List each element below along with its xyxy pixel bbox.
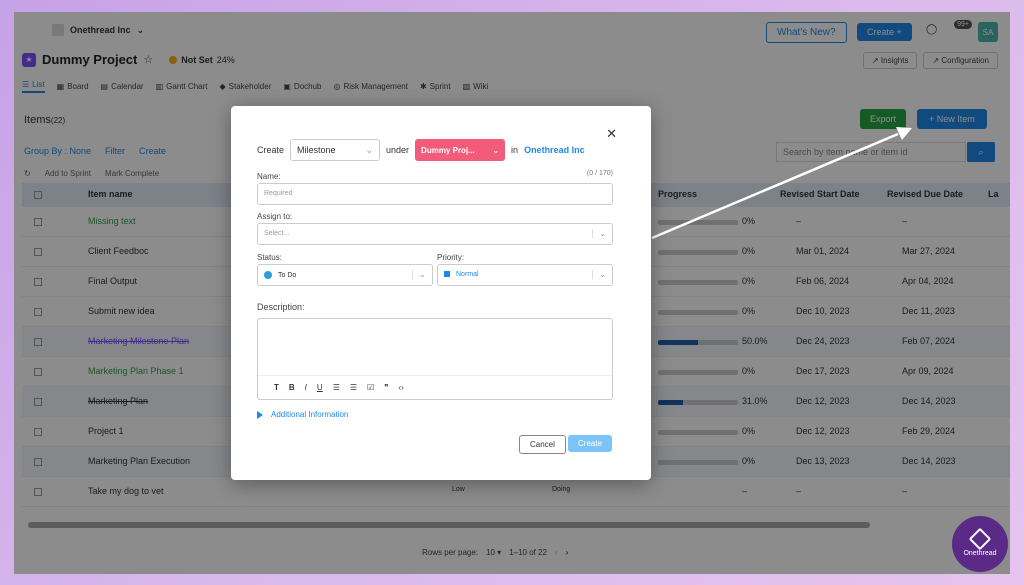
project-select[interactable]: Dummy Proj... ⌄ bbox=[415, 139, 506, 161]
create-label: Create bbox=[257, 145, 285, 155]
chevron-down-icon: ⌄ bbox=[592, 270, 606, 279]
priority-value: Normal bbox=[456, 271, 479, 278]
create-item-modal: ✕ Create Milestone ⌄ under Dummy Proj... ⌄… bbox=[231, 106, 651, 480]
create-type-row: Create Milestone ⌄ under Dummy Proj... ⌄ i… bbox=[257, 139, 585, 161]
workspace-link[interactable]: Onethread Inc bbox=[524, 145, 585, 155]
close-icon[interactable]: ✕ bbox=[606, 126, 617, 142]
cancel-button[interactable]: Cancel bbox=[519, 435, 566, 454]
additional-information-label: Additional Information bbox=[271, 410, 349, 419]
additional-information-toggle[interactable]: Additional Information bbox=[257, 410, 348, 419]
name-field[interactable]: Required bbox=[257, 183, 613, 205]
code-icon[interactable]: ‹› bbox=[399, 383, 404, 392]
assign-label: Assign to: bbox=[257, 212, 293, 221]
status-dot-icon bbox=[264, 271, 272, 279]
in-label: in bbox=[511, 145, 519, 155]
text-format-icon[interactable]: T bbox=[274, 383, 279, 392]
underline-icon[interactable]: U bbox=[317, 383, 323, 392]
flag-icon bbox=[444, 271, 450, 278]
assign-select[interactable]: Select... ⌄ bbox=[257, 223, 613, 245]
chevron-down-icon: ⌄ bbox=[365, 144, 374, 155]
status-value: To Do bbox=[278, 271, 297, 279]
chevron-down-icon: ⌄ bbox=[592, 229, 606, 238]
chevron-down-icon: ⌄ bbox=[412, 270, 426, 279]
editor-toolbar: T B I U ☰ ☰ ☑ ❞ ‹› bbox=[258, 375, 612, 399]
bullet-list-icon[interactable]: ☰ bbox=[350, 383, 357, 392]
quote-icon[interactable]: ❞ bbox=[384, 383, 388, 392]
checkbox-icon[interactable]: ☑ bbox=[367, 383, 374, 392]
chevron-down-icon: ⌄ bbox=[492, 145, 500, 155]
status-label: Status: bbox=[257, 253, 282, 262]
under-label: under bbox=[386, 145, 410, 155]
italic-icon[interactable]: I bbox=[305, 383, 307, 392]
create-submit-button[interactable]: Create bbox=[568, 435, 613, 452]
priority-label: Priority: bbox=[437, 253, 465, 262]
ordered-list-icon[interactable]: ☰ bbox=[333, 383, 340, 392]
description-label: Description: bbox=[257, 302, 305, 312]
name-label: Name: bbox=[257, 172, 281, 181]
description-editor[interactable]: T B I U ☰ ☰ ☑ ❞ ‹› bbox=[257, 318, 613, 400]
caret-right-icon bbox=[257, 410, 263, 419]
bold-icon[interactable]: B bbox=[289, 383, 295, 392]
name-char-count: (0 / 170) bbox=[586, 170, 613, 177]
assign-placeholder: Select... bbox=[264, 230, 290, 237]
priority-select[interactable]: Normal ⌄ bbox=[437, 264, 613, 286]
item-type-select[interactable]: Milestone ⌄ bbox=[290, 139, 381, 161]
status-select[interactable]: To Do ⌄ bbox=[257, 264, 433, 286]
